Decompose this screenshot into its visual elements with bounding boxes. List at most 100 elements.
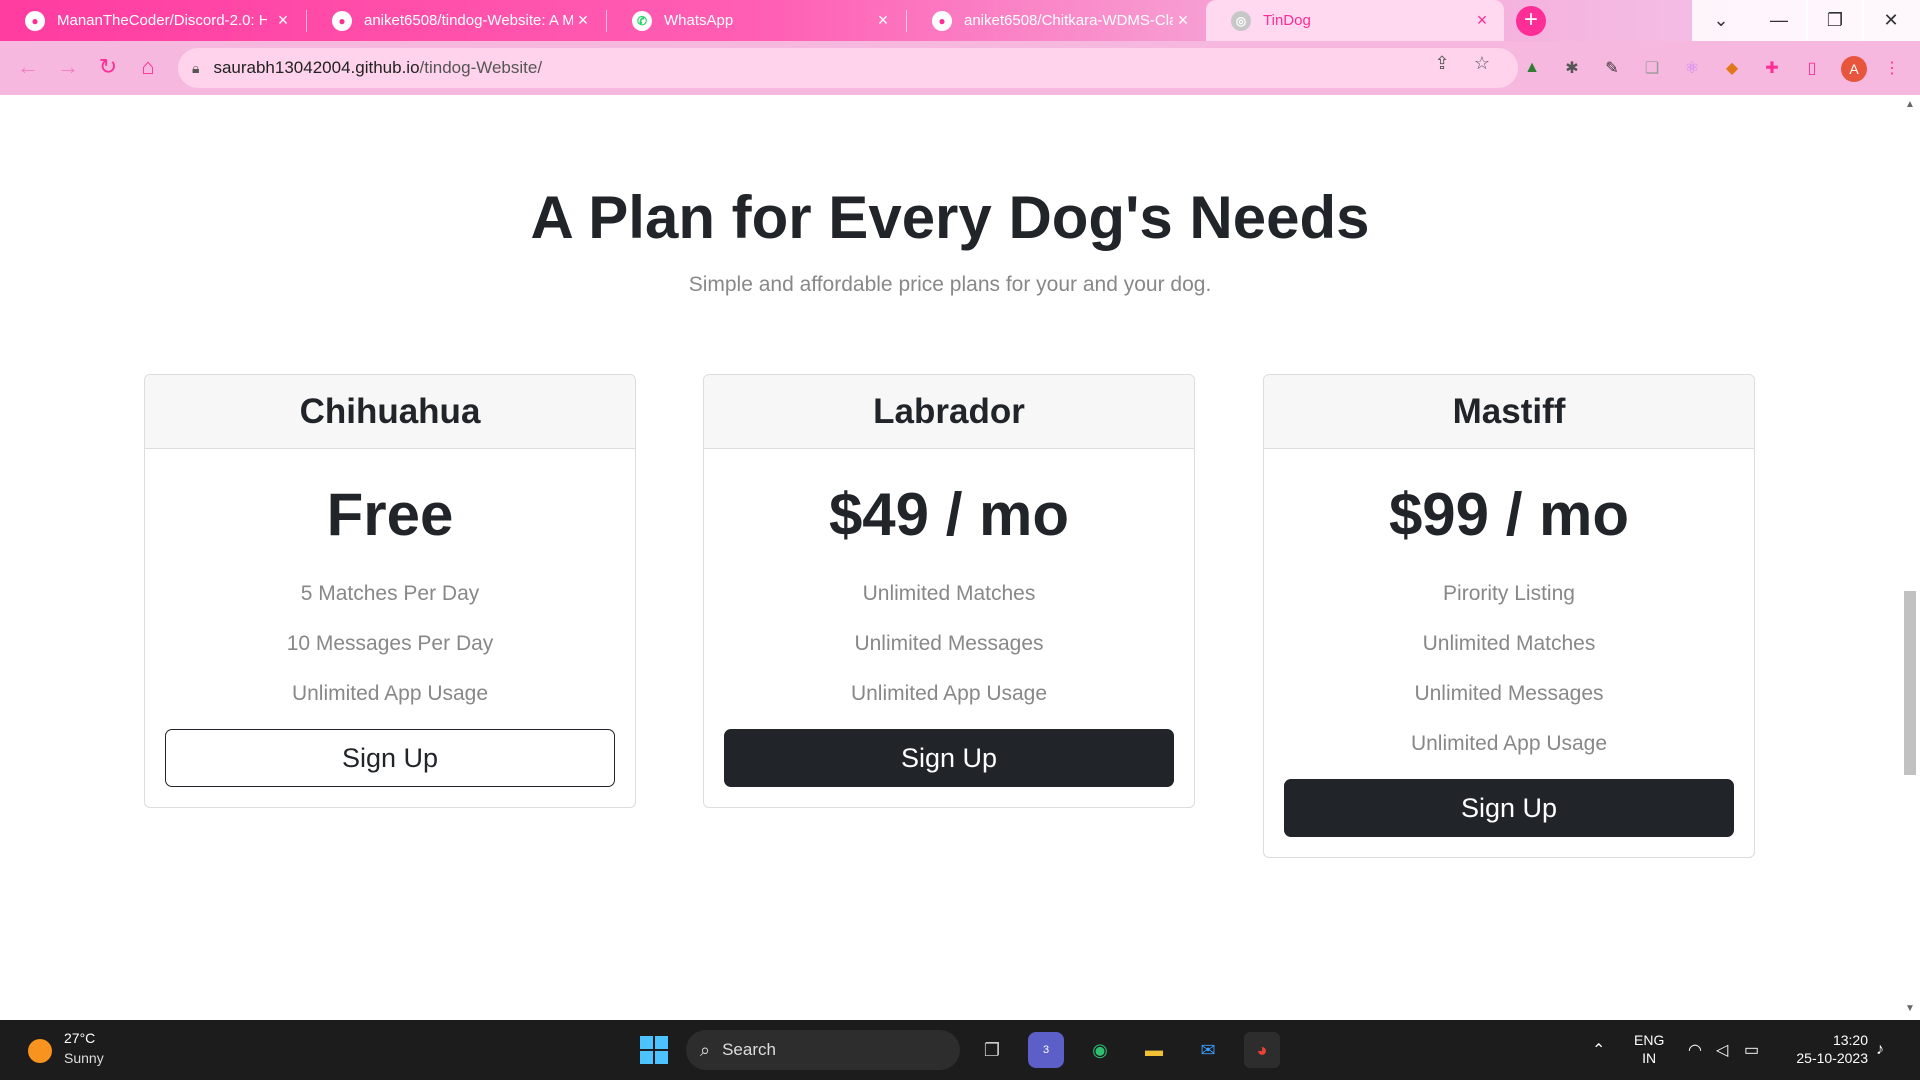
scroll-down-arrow-icon[interactable]: ▼ — [1904, 1003, 1916, 1014]
tab-tindog[interactable]: ◎ TinDog × — [1206, 0, 1504, 41]
github-icon: ● — [332, 10, 352, 31]
close-tab-icon[interactable]: × — [573, 10, 593, 31]
sign-up-button-labrador[interactable]: Sign Up — [724, 729, 1174, 787]
battery-icon[interactable]: ▭ — [1744, 1020, 1759, 1080]
sign-up-button-chihuahua[interactable]: Sign Up — [165, 729, 615, 787]
close-window-button[interactable]: ✕ — [1862, 0, 1920, 41]
plan-feature: 5 Matches Per Day — [300, 582, 480, 605]
lock-icon[interactable]: 🔒︎ — [192, 60, 199, 77]
region-code: IN — [1642, 1050, 1657, 1066]
tab-search-chevron-icon[interactable]: ⌄ — [1692, 0, 1750, 41]
pricing-card-mastiff: Mastiff $99 / mo Pirority Listing Unlimi… — [1263, 374, 1755, 858]
file-explorer-icon[interactable]: ▬ — [1136, 1032, 1172, 1068]
sun-weather-icon[interactable] — [28, 1039, 52, 1063]
close-tab-icon[interactable]: × — [273, 10, 293, 31]
pricing-subtitle: Simple and affordable price plans for yo… — [688, 273, 1212, 296]
copy-extension-icon[interactable]: ❏ — [1640, 56, 1664, 80]
tab-strip: ● MananTheCoder/Discord-2.0: H × ● anike… — [0, 0, 1920, 41]
reload-icon[interactable]: ↻ — [92, 51, 124, 83]
pricing-card-chihuahua: Chihuahua Free 5 Matches Per Day 10 Mess… — [144, 374, 636, 808]
weather-description[interactable]: Sunny — [64, 1050, 104, 1066]
card-body: $49 / mo Unlimited Matches Unlimited Mes… — [704, 449, 1194, 807]
pen-extension-icon[interactable]: ✎ — [1600, 56, 1624, 80]
chrome-icon[interactable]: ◕ — [1244, 1032, 1280, 1068]
task-view-icon[interactable]: ❐ — [974, 1032, 1010, 1068]
plan-feature: Unlimited App Usage — [850, 682, 1048, 705]
bookmark-star-icon[interactable]: ☆ — [1470, 51, 1494, 75]
notification-bell-icon[interactable]: ♪ — [1876, 1020, 1884, 1080]
browser-menu-icon[interactable]: ⋮ — [1880, 56, 1904, 80]
plan-feature: Unlimited App Usage — [291, 682, 489, 705]
clock-date: 25-10-2023 — [1796, 1050, 1868, 1066]
teams-chat-icon[interactable]: 3 — [1028, 1032, 1064, 1068]
close-tab-icon[interactable]: × — [1472, 10, 1492, 31]
close-tab-icon[interactable]: × — [1173, 10, 1193, 31]
home-icon[interactable]: ⌂ — [132, 51, 164, 83]
page-scrollbar[interactable]: ▲ ▼ — [1900, 95, 1920, 1020]
tab-whatsapp[interactable]: ✆ WhatsApp × — [607, 0, 905, 41]
tab-title: TinDog — [1263, 12, 1311, 29]
tab-title: aniket6508/tindog-Website: A M — [364, 12, 574, 29]
minimize-button[interactable]: — — [1750, 0, 1808, 41]
windows-start-icon[interactable] — [640, 1036, 668, 1064]
wifi-icon[interactable]: ◠ — [1688, 1020, 1702, 1080]
card-body: Free 5 Matches Per Day 10 Messages Per D… — [145, 449, 635, 807]
show-hidden-icons-chevron-icon[interactable]: ⌃ — [1592, 1020, 1605, 1080]
os-taskbar: 27°C Sunny ⌕ Search ❐ 3 ◉ ▬ ✉ ◕ ⌃ ENG IN… — [0, 1020, 1920, 1080]
plan-feature: Unlimited Messages — [854, 632, 1044, 655]
tab-discord[interactable]: ● MananTheCoder/Discord-2.0: H × — [0, 0, 305, 41]
plan-price: Free — [326, 481, 454, 548]
plan-feature: Pirority Listing — [1443, 582, 1575, 605]
sign-up-button-mastiff[interactable]: Sign Up — [1284, 779, 1734, 837]
language-code: ENG — [1634, 1032, 1665, 1048]
search-icon: ⌕ — [700, 1039, 711, 1060]
weather-temperature[interactable]: 27°C — [64, 1030, 95, 1046]
scrollbar-thumb[interactable] — [1904, 591, 1916, 775]
html-extension-icon[interactable]: ▲ — [1520, 56, 1544, 80]
volume-icon[interactable]: ◁ — [1716, 1020, 1728, 1080]
profile-avatar[interactable]: A — [1841, 56, 1867, 82]
restore-button[interactable]: ❐ — [1806, 0, 1864, 41]
plan-feature: Unlimited App Usage — [1410, 732, 1608, 755]
plan-feature: 10 Messages Per Day — [286, 632, 494, 655]
tab-chitkara[interactable]: ● aniket6508/Chitkara-WDMS-Cla × — [907, 0, 1205, 41]
edge-browser-icon[interactable]: ◉ — [1082, 1032, 1118, 1068]
tab-tindog-repo[interactable]: ● aniket6508/tindog-Website: A M × — [307, 0, 605, 41]
react-extension-icon[interactable]: ⚛ — [1680, 56, 1704, 80]
metamask-extension-icon[interactable]: ◆ — [1720, 56, 1744, 80]
address-bar[interactable]: 🔒︎ saurabh13042004.github.io/tindog-Webs… — [178, 48, 1518, 88]
whatsapp-icon: ✆ — [632, 10, 652, 31]
url-text: saurabh13042004.github.io/tindog-Website… — [213, 58, 542, 78]
pricing-title: A Plan for Every Dog's Needs — [530, 184, 1370, 251]
back-arrow-icon[interactable]: ← — [12, 51, 44, 83]
system-clock[interactable]: 13:20 25-10-2023 — [1786, 1031, 1868, 1067]
plan-name: Chihuahua — [145, 375, 635, 449]
mail-icon[interactable]: ✉ — [1190, 1032, 1226, 1068]
browser-toolbar: ← → ↻ ⌂ 🔒︎ saurabh13042004.github.io/tin… — [0, 41, 1920, 95]
plan-price: $49 / mo — [828, 481, 1070, 548]
globe-icon: ◎ — [1231, 10, 1251, 31]
plan-name: Labrador — [704, 375, 1194, 449]
plan-feature: Unlimited Messages — [1414, 682, 1604, 705]
taskbar-search-label: Search — [722, 1040, 776, 1059]
forward-arrow-icon[interactable]: → — [52, 51, 84, 83]
url-host: saurabh13042004.github.io — [213, 58, 420, 77]
chat-badge: 3 — [1042, 1044, 1050, 1056]
plan-name: Mastiff — [1264, 375, 1754, 449]
new-tab-button[interactable]: + — [1516, 6, 1546, 36]
pricing-card-labrador: Labrador $49 / mo Unlimited Matches Unli… — [703, 374, 1195, 808]
taskbar-search[interactable]: ⌕ Search — [686, 1030, 960, 1070]
tab-title: aniket6508/Chitkara-WDMS-Cla — [964, 12, 1174, 29]
side-panel-icon[interactable]: ▯ — [1800, 56, 1824, 80]
clock-time: 13:20 — [1832, 1032, 1868, 1048]
tab-title: WhatsApp — [664, 12, 734, 29]
bug-extension-icon[interactable]: ✱ — [1560, 56, 1584, 80]
input-language[interactable]: ENG IN — [1634, 1031, 1664, 1067]
extensions-puzzle-icon[interactable]: ✚ — [1760, 56, 1784, 80]
github-icon: ● — [932, 10, 952, 31]
github-icon: ● — [25, 10, 45, 31]
scroll-up-arrow-icon[interactable]: ▲ — [1904, 99, 1916, 110]
close-tab-icon[interactable]: × — [873, 10, 893, 31]
plan-feature: Unlimited Matches — [862, 582, 1036, 605]
share-icon[interactable]: ⇪ — [1430, 51, 1454, 75]
